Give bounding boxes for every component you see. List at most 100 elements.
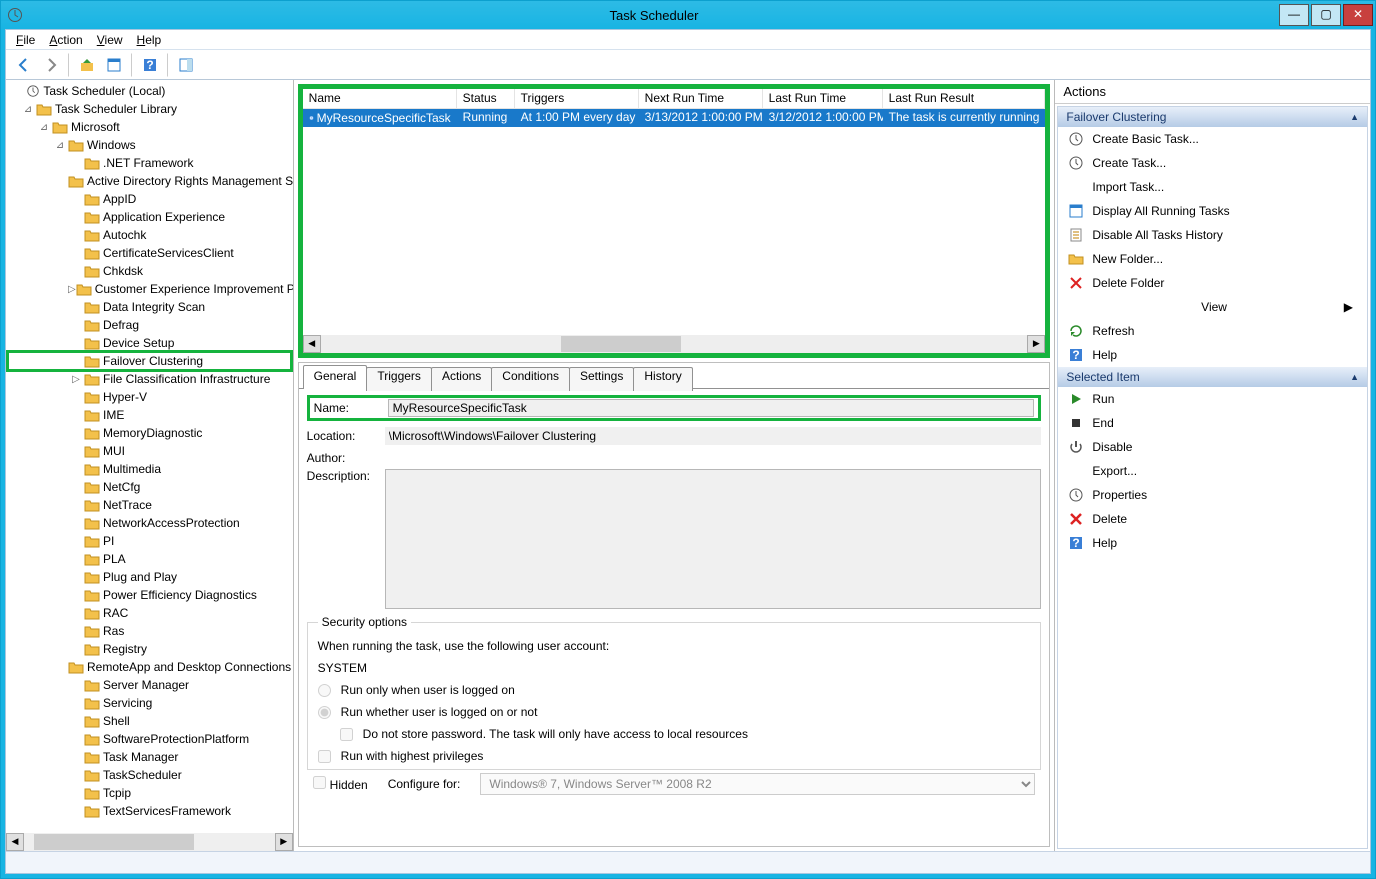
- tree-scrollbar[interactable]: ◀▶: [6, 833, 293, 851]
- action-icon: [1068, 439, 1084, 455]
- tree-item[interactable]: ▷File Classification Infrastructure: [8, 370, 291, 388]
- action-item[interactable]: Delete: [1058, 507, 1367, 531]
- action-item[interactable]: Display All Running Tasks: [1058, 199, 1367, 223]
- task-row[interactable]: MyResourceSpecificTask Running At 1:00 P…: [303, 109, 1046, 127]
- action-item[interactable]: Delete Folder: [1058, 271, 1367, 295]
- col-status[interactable]: Status: [457, 89, 515, 108]
- tree-item[interactable]: NetTrace: [8, 496, 291, 514]
- tree-item[interactable]: Hyper-V: [8, 388, 291, 406]
- tasklist-scrollbar[interactable]: ◀▶: [303, 335, 1046, 353]
- tree-item[interactable]: PLA: [8, 550, 291, 568]
- action-item[interactable]: ?Help: [1058, 531, 1367, 555]
- close-button[interactable]: ✕: [1343, 4, 1373, 26]
- col-next[interactable]: Next Run Time: [639, 89, 763, 108]
- help-button[interactable]: ?: [138, 53, 162, 77]
- action-item[interactable]: Disable All Tasks History: [1058, 223, 1367, 247]
- action-item[interactable]: Create Task...: [1058, 151, 1367, 175]
- action-item[interactable]: Properties: [1058, 483, 1367, 507]
- tree-root[interactable]: Task Scheduler (Local): [8, 82, 291, 100]
- check-highest: [318, 750, 331, 763]
- action-icon: ?: [1068, 535, 1084, 551]
- folder-icon: [84, 390, 100, 404]
- tree-library[interactable]: ⊿Task Scheduler Library: [8, 100, 291, 118]
- maximize-button[interactable]: ▢: [1311, 4, 1341, 26]
- tab-conditions[interactable]: Conditions: [491, 367, 570, 391]
- action-item[interactable]: Run: [1058, 387, 1367, 411]
- tree-item[interactable]: TaskScheduler: [8, 766, 291, 784]
- action-item[interactable]: Disable: [1058, 435, 1367, 459]
- props-button[interactable]: [102, 53, 126, 77]
- menu-view[interactable]: View: [97, 33, 123, 47]
- col-name[interactable]: Name: [303, 89, 457, 108]
- minimize-button[interactable]: —: [1279, 4, 1309, 26]
- tree-item[interactable]: NetworkAccessProtection: [8, 514, 291, 532]
- folder-icon: [84, 624, 100, 638]
- actions-section-1[interactable]: Failover Clustering▲: [1058, 107, 1367, 127]
- tree-item[interactable]: AppID: [8, 190, 291, 208]
- tree-item[interactable]: Autochk: [8, 226, 291, 244]
- actions-section-2[interactable]: Selected Item▲: [1058, 367, 1367, 387]
- action-item[interactable]: Export...: [1058, 459, 1367, 483]
- tree-item[interactable]: Data Integrity Scan: [8, 298, 291, 316]
- menu-action[interactable]: Action: [49, 33, 82, 47]
- tree-item[interactable]: MemoryDiagnostic: [8, 424, 291, 442]
- pane-button[interactable]: [174, 53, 198, 77]
- tree-windows[interactable]: ⊿Windows: [8, 136, 291, 154]
- tree-item[interactable]: Registry: [8, 640, 291, 658]
- menu-help[interactable]: Help: [137, 33, 162, 47]
- tree-item[interactable]: Shell: [8, 712, 291, 730]
- task-list: Name Status Triggers Next Run Time Last …: [298, 84, 1051, 358]
- action-item[interactable]: Import Task...: [1058, 175, 1367, 199]
- action-item[interactable]: Refresh: [1058, 319, 1367, 343]
- tree-item[interactable]: Ras: [8, 622, 291, 640]
- action-item[interactable]: View▶: [1058, 295, 1367, 319]
- action-icon: [1068, 511, 1084, 527]
- tab-settings[interactable]: Settings: [569, 367, 634, 391]
- action-item[interactable]: ?Help: [1058, 343, 1367, 367]
- tree-item[interactable]: Active Directory Rights Management Servi…: [8, 172, 291, 190]
- tree-item[interactable]: Defrag: [8, 316, 291, 334]
- action-item[interactable]: New Folder...: [1058, 247, 1367, 271]
- folder-icon: [84, 804, 100, 818]
- action-item[interactable]: Create Basic Task...: [1058, 127, 1367, 151]
- col-result[interactable]: Last Run Result: [883, 89, 1046, 108]
- tree-item[interactable]: PI: [8, 532, 291, 550]
- tree-item[interactable]: MUI: [8, 442, 291, 460]
- tree-item[interactable]: NetCfg: [8, 478, 291, 496]
- tree-item[interactable]: RAC: [8, 604, 291, 622]
- tab-actions[interactable]: Actions: [431, 367, 492, 391]
- tree-item[interactable]: IME: [8, 406, 291, 424]
- tree-item[interactable]: .NET Framework: [8, 154, 291, 172]
- action-item[interactable]: End: [1058, 411, 1367, 435]
- menu-file[interactable]: File: [16, 33, 35, 47]
- tree-item[interactable]: Tcpip: [8, 784, 291, 802]
- tree-item[interactable]: Plug and Play: [8, 568, 291, 586]
- tree-item[interactable]: TextServicesFramework: [8, 802, 291, 820]
- tree-item[interactable]: ▷Customer Experience Improvement Program: [8, 280, 291, 298]
- up-button[interactable]: [75, 53, 99, 77]
- forward-button[interactable]: [39, 53, 63, 77]
- tab-general[interactable]: General: [303, 365, 368, 389]
- task-list-header[interactable]: Name Status Triggers Next Run Time Last …: [303, 89, 1046, 109]
- folder-icon: [68, 174, 84, 188]
- folder-icon: [84, 498, 100, 512]
- back-button[interactable]: [12, 53, 36, 77]
- tree-item[interactable]: Servicing: [8, 694, 291, 712]
- tab-history[interactable]: History: [633, 367, 692, 391]
- tree-item[interactable]: Task Manager: [8, 748, 291, 766]
- tree-item[interactable]: RemoteApp and Desktop Connections Update: [8, 658, 291, 676]
- tree-item[interactable]: CertificateServicesClient: [8, 244, 291, 262]
- tree-item[interactable]: SoftwareProtectionPlatform: [8, 730, 291, 748]
- tree-item[interactable]: Server Manager: [8, 676, 291, 694]
- tab-triggers[interactable]: Triggers: [366, 367, 432, 391]
- tree-item[interactable]: Device Setup: [8, 334, 291, 352]
- task-name-field[interactable]: [388, 399, 1035, 417]
- tree-microsoft[interactable]: ⊿Microsoft: [8, 118, 291, 136]
- col-triggers[interactable]: Triggers: [515, 89, 639, 108]
- tree-item[interactable]: Multimedia: [8, 460, 291, 478]
- tree-item[interactable]: Application Experience: [8, 208, 291, 226]
- tree-item[interactable]: Power Efficiency Diagnostics: [8, 586, 291, 604]
- col-last[interactable]: Last Run Time: [763, 89, 883, 108]
- tree-item[interactable]: Failover Clustering: [8, 352, 291, 370]
- tree-item[interactable]: Chkdsk: [8, 262, 291, 280]
